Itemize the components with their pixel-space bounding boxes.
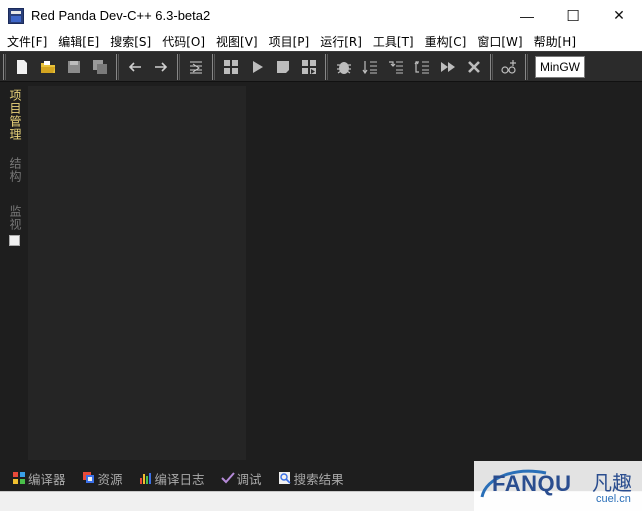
stop-debug-icon <box>468 60 480 73</box>
close-icon: ✕ <box>613 7 625 23</box>
continue-icon <box>441 61 455 72</box>
run-button[interactable] <box>244 54 270 80</box>
menu-file[interactable]: 文件[F] <box>2 33 53 50</box>
left-panel-tabs: 项目管理 结构 监视 <box>0 83 28 460</box>
compiler-grid-icon <box>13 472 25 484</box>
stop-icon <box>277 60 289 73</box>
editor-area[interactable] <box>246 83 642 460</box>
step-over-button[interactable] <box>357 54 383 80</box>
menu-run[interactable]: 运行[R] <box>315 33 368 50</box>
compile-run-button[interactable] <box>296 54 322 80</box>
step-into-button[interactable] <box>383 54 409 80</box>
compiler-set-select[interactable]: MinGW <box>535 55 585 78</box>
tab-search-results-label: 搜索结果 <box>293 471 344 487</box>
step-out-icon <box>414 60 429 73</box>
watermark: FANQU 凡趣 cuel.cn <box>474 461 642 511</box>
menu-tools[interactable]: 工具[T] <box>368 33 420 50</box>
toolbar-separator <box>212 53 215 80</box>
tab-compile-log[interactable]: 编译日志 <box>139 469 205 488</box>
window-title: Red Panda Dev-C++ 6.3-beta2 <box>31 8 211 23</box>
redo-arrow-icon <box>155 61 168 72</box>
debug-button[interactable] <box>331 54 357 80</box>
watch-tab-icon <box>9 235 20 246</box>
new-file-icon <box>17 59 27 74</box>
new-file-button[interactable] <box>9 54 35 80</box>
project-panel[interactable] <box>28 86 246 460</box>
toolbar-separator <box>177 53 180 80</box>
watermark-brand-cn: 凡趣 <box>592 471 632 495</box>
menu-help[interactable]: 帮助[H] <box>529 33 582 50</box>
minimize-icon: — <box>520 7 534 24</box>
toolbar-separator <box>525 53 528 80</box>
compile-icon <box>224 59 238 74</box>
menu-edit[interactable]: 编辑[E] <box>53 33 105 50</box>
checkmark-icon <box>220 472 235 484</box>
step-into-icon <box>389 60 403 73</box>
menu-bar: 文件[F] 编辑[E] 搜索[S] 代码[O] 视图[V] 项目[P] 运行[R… <box>0 31 642 51</box>
bar-chart-icon <box>139 473 151 484</box>
tab-search-results[interactable]: 搜索结果 <box>278 469 344 488</box>
compile-run-icon <box>302 59 316 74</box>
continue-button[interactable] <box>435 54 461 80</box>
tab-compile-log-label: 编译日志 <box>154 471 205 487</box>
menu-code[interactable]: 代码[O] <box>157 33 211 50</box>
minimize-button[interactable]: — <box>504 0 550 31</box>
save-icon <box>68 60 80 73</box>
menu-view[interactable]: 视图[V] <box>211 33 264 50</box>
tab-compiler[interactable]: 编译器 <box>12 469 66 488</box>
app-icon <box>8 7 24 24</box>
close-button[interactable]: ✕ <box>596 0 642 31</box>
stop-button[interactable] <box>270 54 296 80</box>
main-toolbar: MinGW <box>0 51 642 82</box>
step-over-icon <box>362 60 377 74</box>
open-folder-icon <box>41 60 55 73</box>
tab-resources-label: 资源 <box>97 471 123 487</box>
undo-arrow-icon <box>128 61 141 72</box>
save-button[interactable] <box>61 54 87 80</box>
add-watch-button[interactable] <box>496 54 522 80</box>
menu-search[interactable]: 搜索[S] <box>105 33 157 50</box>
format-code-button[interactable] <box>183 54 209 80</box>
toolbar-separator <box>490 53 493 80</box>
save-all-icon <box>93 59 107 74</box>
debug-bug-icon <box>337 61 351 74</box>
watermark-domain: cuel.cn <box>596 493 631 505</box>
undo-button[interactable] <box>122 54 148 80</box>
search-icon <box>278 472 291 484</box>
open-file-button[interactable] <box>35 54 61 80</box>
stop-debug-button[interactable] <box>461 54 487 80</box>
tab-structure[interactable]: 结构 <box>4 157 24 183</box>
menu-window[interactable]: 窗口[W] <box>472 33 528 50</box>
toolbar-grip[interactable] <box>3 53 6 80</box>
tab-compiler-label: 编译器 <box>28 471 66 487</box>
tab-watch[interactable]: 监视 <box>4 205 24 231</box>
resources-icon <box>82 472 94 483</box>
tab-debug[interactable]: 调试 <box>220 469 262 488</box>
format-code-icon <box>190 61 202 73</box>
save-all-button[interactable] <box>87 54 113 80</box>
title-bar: Red Panda Dev-C++ 6.3-beta2 — ☐ ✕ <box>0 0 642 31</box>
compile-button[interactable] <box>218 54 244 80</box>
toolbar-separator <box>116 53 119 80</box>
tab-project-manager[interactable]: 项目管理 <box>4 89 24 141</box>
menu-project[interactable]: 项目[P] <box>264 33 316 50</box>
step-out-button[interactable] <box>409 54 435 80</box>
toolbar-separator <box>325 53 328 80</box>
maximize-icon: ☐ <box>566 7 580 25</box>
window-controls: — ☐ ✕ <box>504 0 642 31</box>
run-icon <box>253 60 263 73</box>
redo-button[interactable] <box>148 54 174 80</box>
tab-debug-label: 调试 <box>236 471 262 487</box>
menu-refactor[interactable]: 重构[C] <box>420 33 473 50</box>
watermark-brand: FANQU <box>492 471 572 496</box>
tab-resources[interactable]: 资源 <box>82 469 123 488</box>
maximize-button[interactable]: ☐ <box>550 0 596 31</box>
add-watch-icon <box>501 59 516 74</box>
